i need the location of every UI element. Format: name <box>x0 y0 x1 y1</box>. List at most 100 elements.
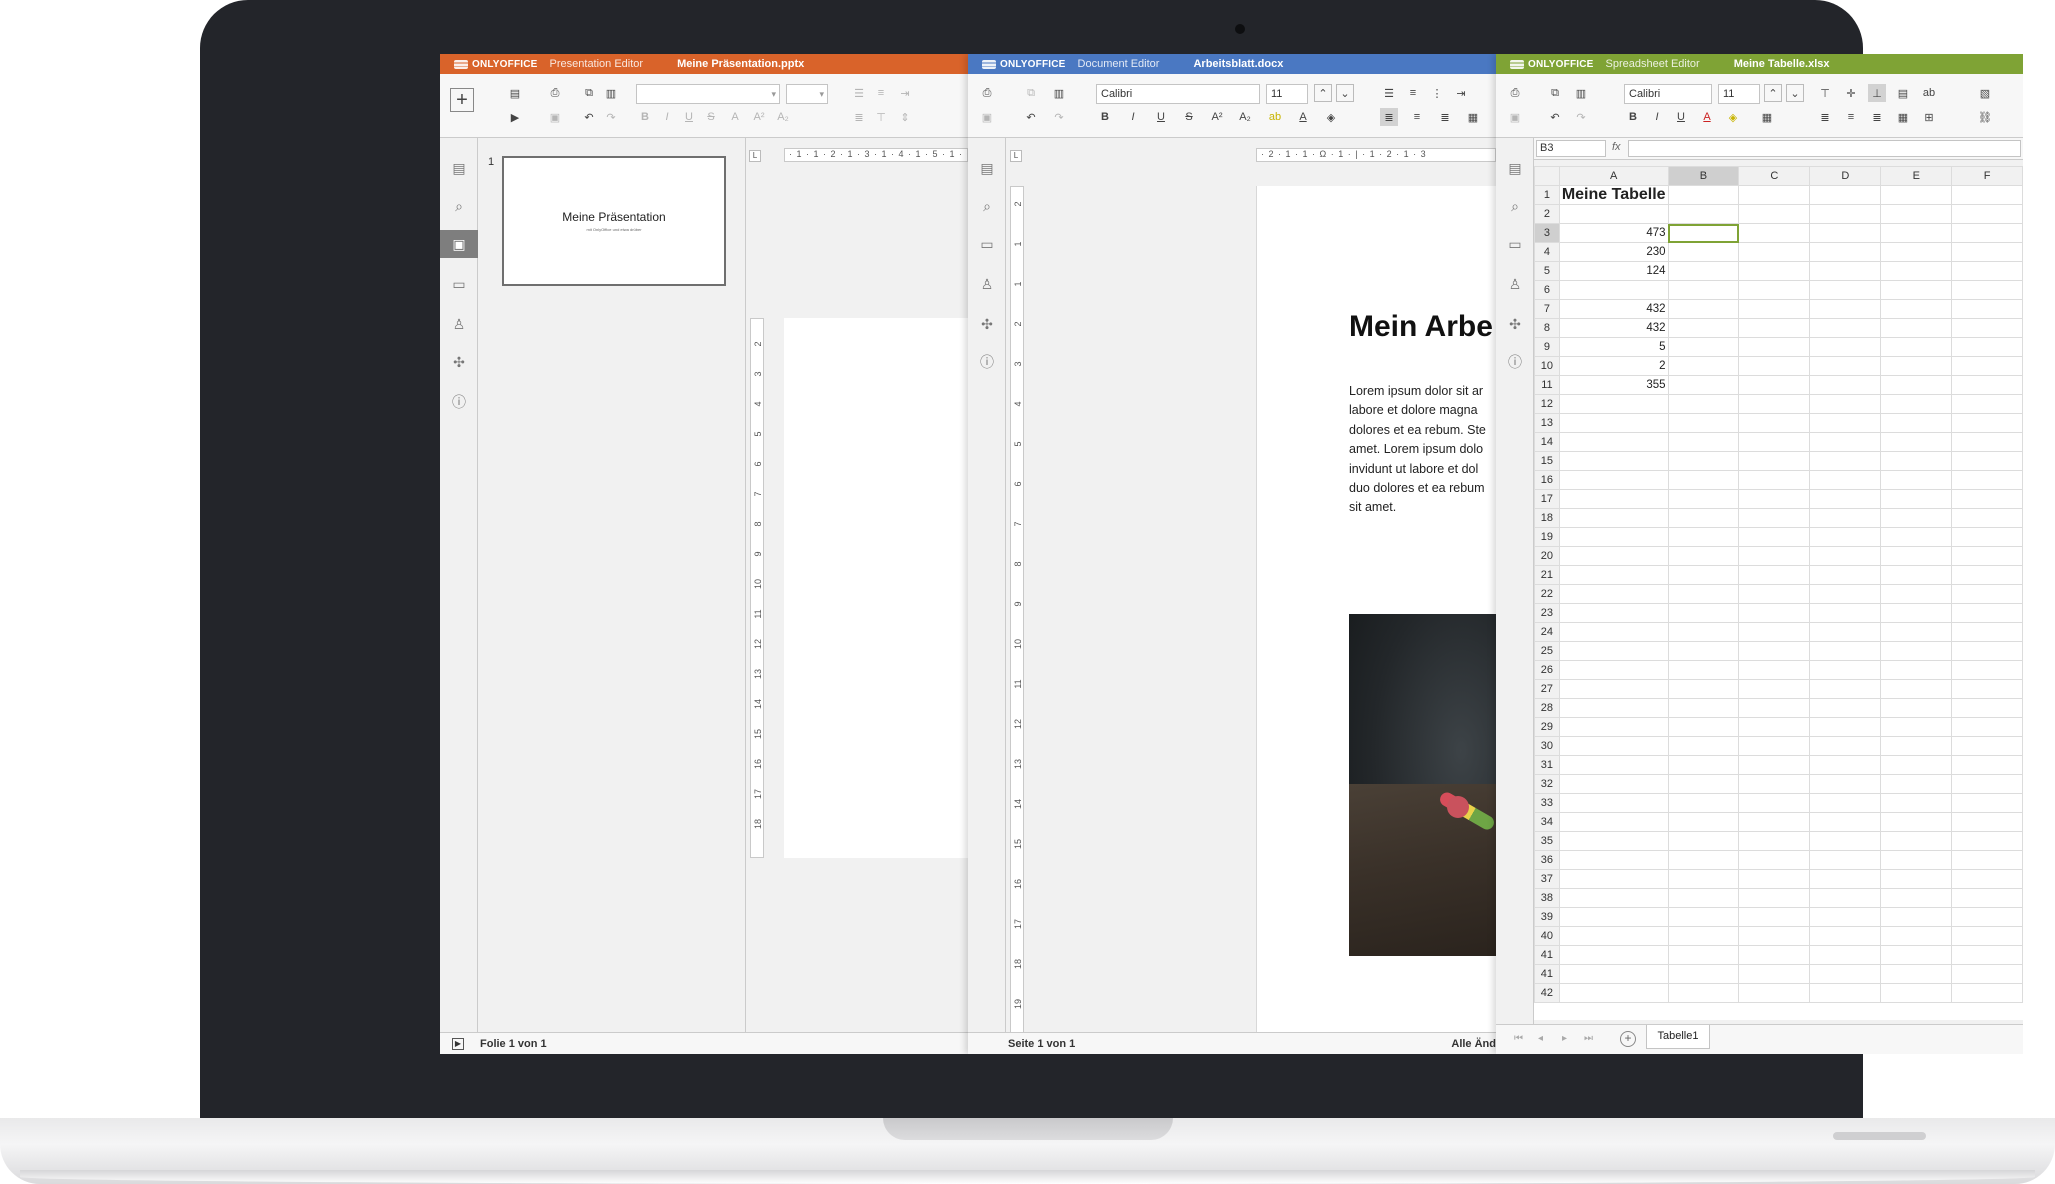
bullets-icon[interactable]: ☰ <box>1380 84 1398 102</box>
column-header[interactable]: F <box>1951 166 2023 186</box>
indent-icon[interactable]: ⇥ <box>896 84 914 102</box>
row-header[interactable]: 17 <box>1534 489 1560 509</box>
row-header[interactable]: 35 <box>1534 831 1560 851</box>
row-header[interactable]: 3 <box>1534 223 1560 243</box>
bold-icon[interactable]: B <box>1624 108 1642 126</box>
cell[interactable] <box>1738 375 1811 395</box>
cell[interactable] <box>1558 679 1669 699</box>
horizontal-ruler[interactable]: · 2 · 1 · 1 · Ω · 1 · | · 1 · 2 · 1 · 3 <box>1256 148 1496 162</box>
row-header[interactable]: 19 <box>1534 527 1560 547</box>
row-header[interactable]: 24 <box>1534 622 1560 642</box>
cell[interactable] <box>1558 774 1669 794</box>
cell[interactable] <box>1738 185 1811 205</box>
cell[interactable] <box>1809 774 1882 794</box>
cell[interactable] <box>1809 869 1882 889</box>
document-page[interactable]: Mein Arbe Lorem ipsum dolor sit ar labore… <box>1256 186 1496 1034</box>
cell[interactable] <box>1951 318 2023 338</box>
font-color-icon[interactable]: A <box>1294 108 1312 126</box>
cell[interactable] <box>1880 261 1953 281</box>
cell[interactable] <box>1558 527 1669 547</box>
font-name-field[interactable]: Calibri <box>1624 84 1712 104</box>
cell[interactable] <box>1667 622 1740 642</box>
cell[interactable] <box>1880 926 1953 946</box>
cell[interactable] <box>1667 907 1740 927</box>
cell[interactable] <box>1880 907 1953 927</box>
cell[interactable] <box>1951 945 2023 965</box>
font-name-field[interactable]: Calibri <box>1096 84 1260 104</box>
cell[interactable] <box>1809 964 1882 984</box>
play-icon[interactable]: ▶ <box>506 108 524 126</box>
cell[interactable] <box>1738 413 1811 433</box>
copy-icon[interactable]: ⧉ <box>580 84 598 102</box>
cell[interactable] <box>1738 603 1811 623</box>
cell[interactable] <box>1880 508 1953 528</box>
slide-canvas[interactable] <box>784 318 968 858</box>
cell[interactable]: 432 <box>1558 299 1669 319</box>
paste-icon[interactable]: ▥ <box>1572 84 1590 102</box>
cell[interactable] <box>1951 850 2023 870</box>
cell[interactable] <box>1880 223 1953 243</box>
row-header[interactable]: 5 <box>1534 261 1560 281</box>
row-header[interactable]: 42 <box>1534 983 1560 1003</box>
cell[interactable] <box>1667 508 1740 528</box>
cell[interactable] <box>1951 831 2023 851</box>
cell[interactable] <box>1558 698 1669 718</box>
cell[interactable] <box>1951 546 2023 566</box>
row-header[interactable]: 15 <box>1534 451 1560 471</box>
cell[interactable] <box>1667 926 1740 946</box>
cell[interactable] <box>1880 204 1953 224</box>
plugins-icon[interactable]: ✣ <box>968 310 1006 338</box>
underline-icon[interactable]: U <box>1672 108 1690 126</box>
cell[interactable] <box>1880 641 1953 661</box>
slide-panel-icon[interactable]: ▣ <box>440 230 478 258</box>
cell[interactable] <box>1951 698 2023 718</box>
row-header[interactable]: 8 <box>1534 318 1560 338</box>
decrease-font-icon[interactable]: ⌄ <box>1336 84 1354 102</box>
cell[interactable] <box>1951 812 2023 832</box>
numbering-icon[interactable]: ≡ <box>872 84 890 102</box>
cell[interactable] <box>1880 603 1953 623</box>
cell[interactable] <box>1809 717 1882 737</box>
vertical-align-icon[interactable]: ⊤ <box>872 108 890 126</box>
bold-icon[interactable]: B <box>1096 108 1114 126</box>
cell[interactable] <box>1951 869 2023 889</box>
cell[interactable] <box>1880 584 1953 604</box>
save-icon[interactable]: ▣ <box>546 108 564 126</box>
cell[interactable] <box>1809 641 1882 661</box>
cell[interactable] <box>1809 223 1882 243</box>
cell[interactable] <box>1667 242 1740 262</box>
cell[interactable] <box>1880 185 1953 205</box>
cell[interactable] <box>1558 812 1669 832</box>
info-icon[interactable]: ⓘ <box>968 348 1006 376</box>
justify-icon[interactable]: ▦ <box>1894 108 1912 126</box>
hyperlink-icon[interactable]: ⛓ <box>1976 108 1994 126</box>
cell[interactable] <box>1667 432 1740 452</box>
cell[interactable] <box>1667 888 1740 908</box>
cell[interactable] <box>1951 261 2023 281</box>
cell[interactable] <box>1738 964 1811 984</box>
users-icon[interactable]: ♙ <box>1496 270 1534 298</box>
cell[interactable] <box>1667 774 1740 794</box>
cell[interactable] <box>1809 546 1882 566</box>
users-icon[interactable]: ♙ <box>968 270 1006 298</box>
search-icon[interactable]: ⌕ <box>440 192 478 220</box>
add-slide-button[interactable]: + <box>450 88 474 112</box>
row-header[interactable]: 26 <box>1534 660 1560 680</box>
cell[interactable] <box>1951 774 2023 794</box>
cell[interactable] <box>1738 831 1811 851</box>
cell[interactable] <box>1951 584 2023 604</box>
cell[interactable]: 230 <box>1558 242 1669 262</box>
row-header[interactable]: 41 <box>1534 945 1560 965</box>
cell[interactable] <box>1880 318 1953 338</box>
cell[interactable] <box>1558 869 1669 889</box>
save-icon[interactable]: ▣ <box>978 108 996 126</box>
cell[interactable] <box>1738 432 1811 452</box>
cell[interactable] <box>1809 261 1882 281</box>
cell[interactable] <box>1738 242 1811 262</box>
cell[interactable] <box>1809 907 1882 927</box>
cell[interactable] <box>1880 888 1953 908</box>
select-all-corner[interactable] <box>1534 166 1560 186</box>
redo-icon[interactable]: ↷ <box>1050 108 1068 126</box>
bold-icon[interactable]: B <box>636 108 654 126</box>
cell[interactable] <box>1738 204 1811 224</box>
